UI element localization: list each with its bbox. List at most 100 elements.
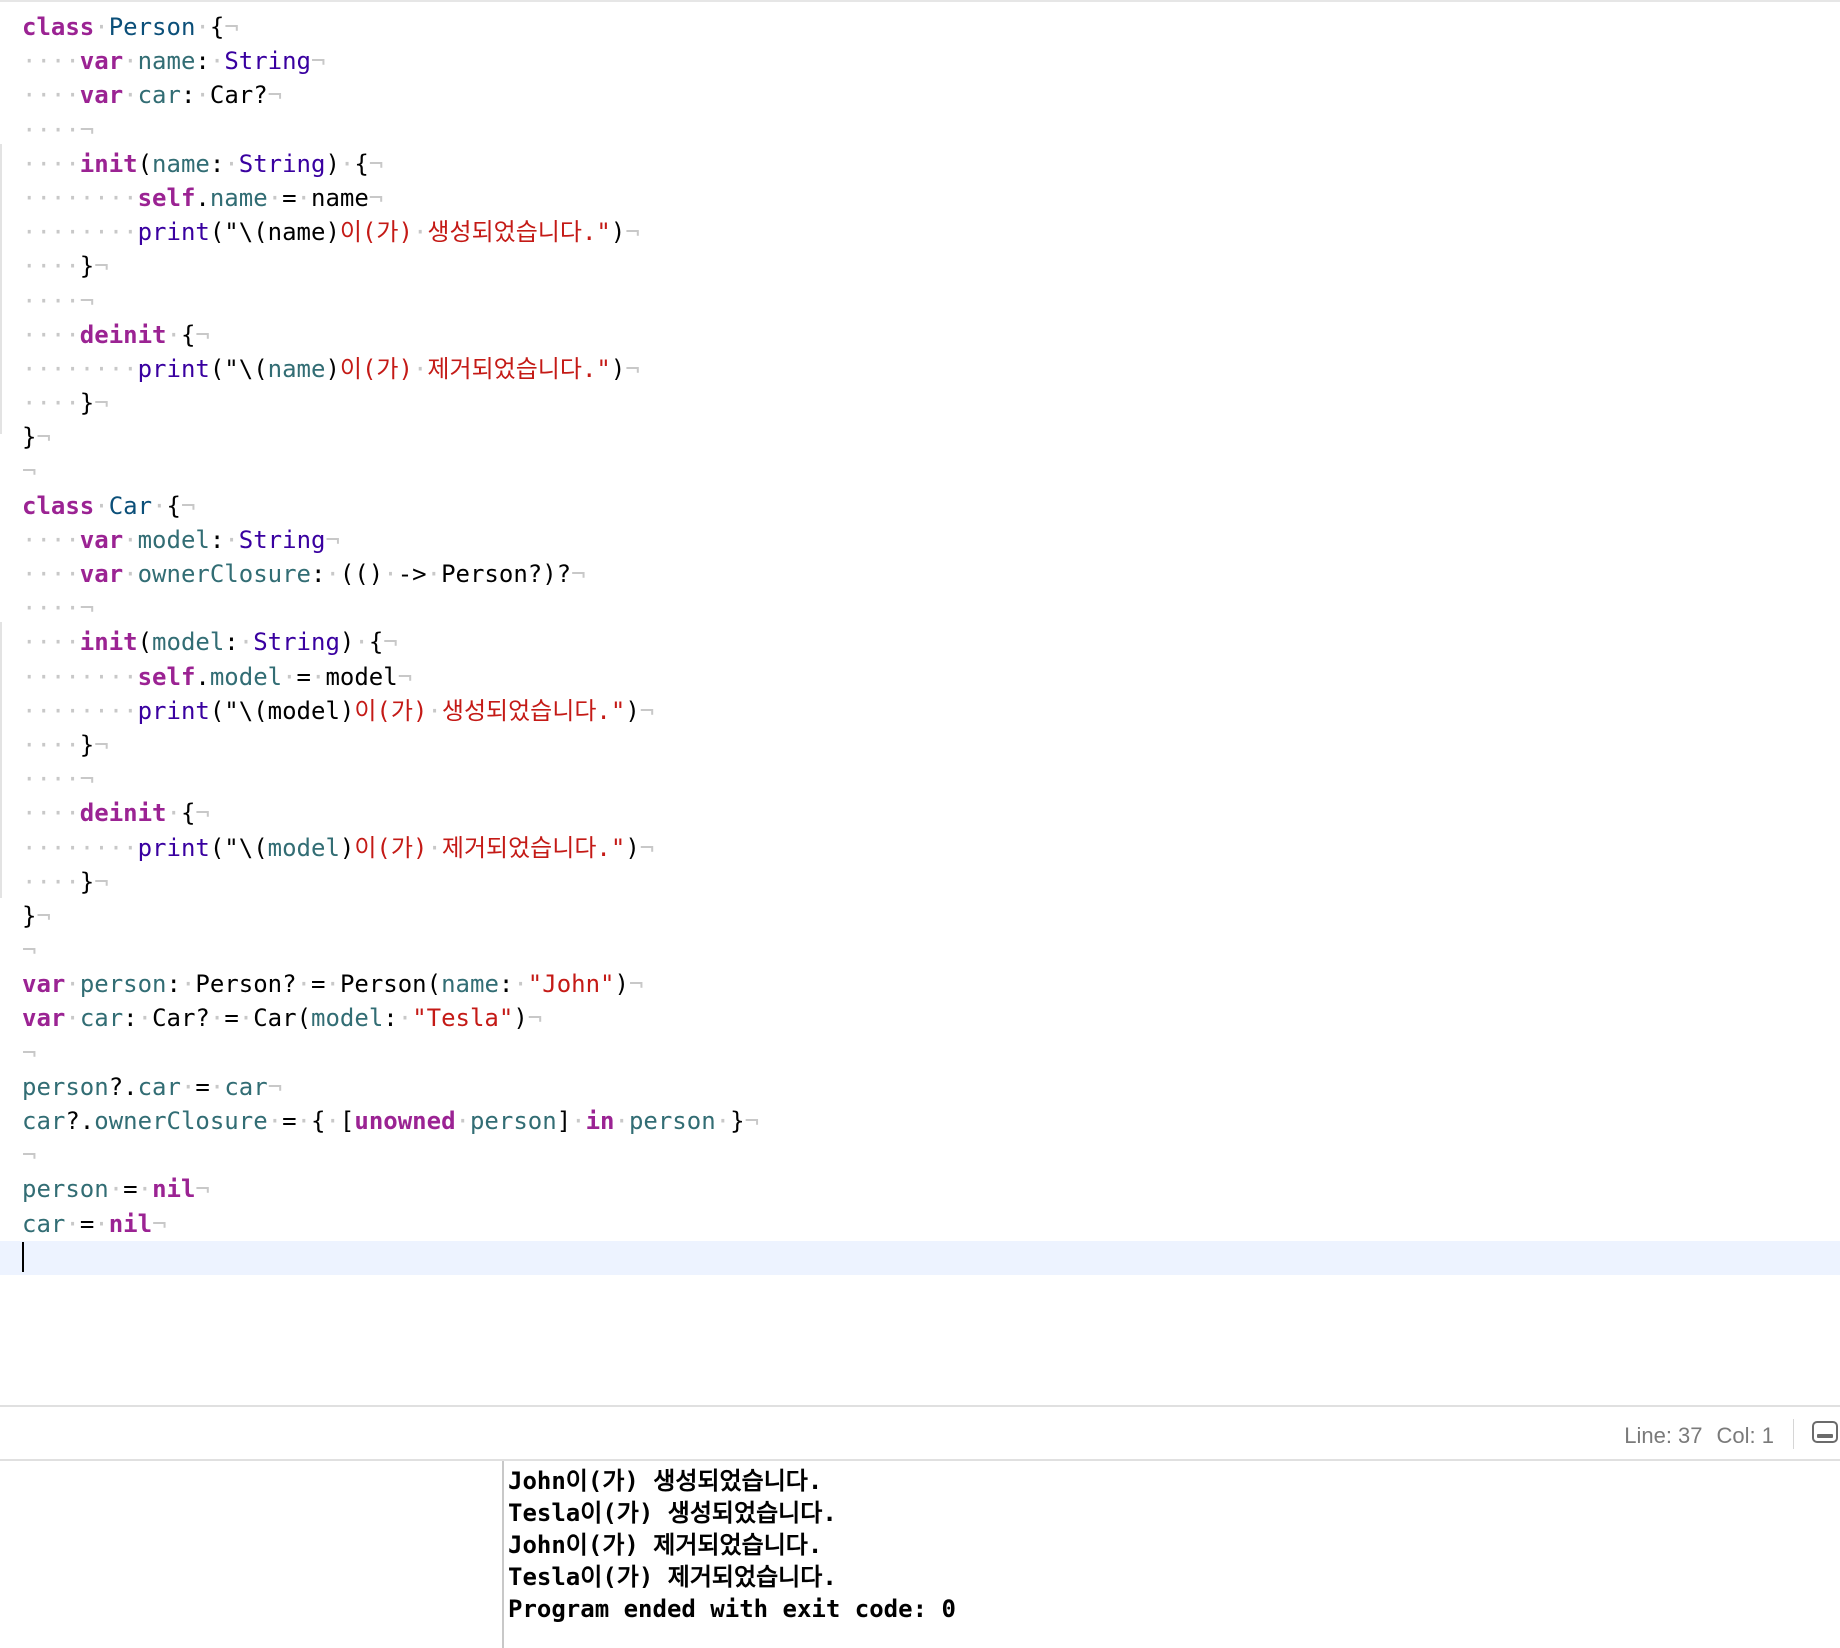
code-token: ·	[65, 1209, 80, 1238]
code-token: name	[209, 183, 268, 212]
code-line[interactable]: ····var·model:·String¬	[22, 523, 759, 557]
code-line[interactable]: ····¬	[22, 762, 759, 796]
code-token: ·	[715, 1107, 731, 1135]
code-token: car	[137, 1072, 181, 1101]
code-token: )	[610, 218, 626, 247]
code-token: =	[282, 1107, 297, 1135]
code-line[interactable]: ····}¬	[22, 386, 759, 420]
code-line[interactable]: }¬	[22, 899, 759, 933]
code-line[interactable]: }¬	[22, 420, 759, 454]
code-line[interactable]: ····var·ownerClosure:·(()·->·Person?)?¬	[22, 557, 759, 591]
code-token: ·	[296, 183, 311, 212]
code-line[interactable]: ········print("\(model)이(가)·제거되었습니다.")¬	[22, 831, 759, 865]
code-token: deinit	[79, 320, 167, 349]
code-line[interactable]: class·Person·{¬	[22, 10, 759, 44]
console-line: John이(가) 제거되었습니다.	[508, 1531, 823, 1559]
code-token: ·	[94, 1209, 109, 1238]
code-token: =	[79, 1209, 95, 1238]
code-token: String	[238, 525, 326, 554]
code-token: [	[339, 1107, 355, 1135]
code-line[interactable]: ¬	[22, 1138, 759, 1172]
code-token: ····	[22, 320, 80, 349]
code-token: ("\(	[209, 354, 268, 383]
code-line[interactable]: ····¬	[22, 113, 759, 147]
code-token: :	[311, 560, 326, 588]
console-split-divider[interactable]	[502, 1461, 504, 1648]
code-editor[interactable]: class·Person·{¬ ····var·name:·String¬ ····…	[0, 0, 1840, 1405]
code-token: ·	[571, 1107, 586, 1135]
code-line[interactable]: ····deinit·{¬	[22, 318, 759, 352]
code-token: Person?)?	[441, 560, 572, 588]
code-token: ·	[166, 320, 181, 349]
code-line[interactable]: ········print("\(name)이(가)·생성되었습니다.")¬	[22, 215, 759, 249]
code-line[interactable]: car?.ownerClosure·=·{·[unowned·person]·i…	[22, 1104, 759, 1138]
code-token: ¬	[152, 1209, 167, 1238]
code-line[interactable]: car·=·nil¬	[22, 1207, 759, 1241]
code-line[interactable]: ····deinit·{¬	[22, 796, 759, 830]
code-line[interactable]: ····}¬	[22, 865, 759, 899]
code-token: }	[730, 1107, 745, 1135]
editor-status-bar: Line: 37 Col: 1	[0, 1405, 1840, 1461]
code-token: ¬	[625, 218, 640, 247]
code-token: =	[123, 1175, 138, 1204]
code-token: :	[498, 970, 514, 999]
code-line[interactable]: ····¬	[22, 284, 759, 318]
code-token: ········	[22, 183, 138, 212]
console-toggle-icon[interactable]	[1812, 1421, 1838, 1443]
code-token: {	[180, 320, 196, 349]
console-line: Tesla이(가) 생성되었습니다.	[508, 1499, 837, 1527]
code-token: ¬	[94, 730, 109, 759]
code-token: ·	[180, 970, 196, 999]
code-line[interactable]: ····var·name:·String¬	[22, 44, 759, 78]
source-code[interactable]: class·Person·{¬ ····var·name:·String¬ ····…	[0, 10, 1840, 1276]
code-token: name	[152, 149, 210, 178]
code-line[interactable]: ····}¬	[22, 728, 759, 762]
code-token: String	[253, 628, 340, 657]
code-line[interactable]: ¬	[22, 454, 759, 488]
code-line[interactable]: ····var·car:·Car?¬	[22, 78, 759, 112]
code-token: Car(	[253, 1004, 312, 1033]
code-line[interactable]: var·car:·Car?·=·Car(model:·"Tesla")¬	[22, 1001, 759, 1035]
code-token: ·	[209, 1004, 225, 1033]
code-token: ¬	[397, 662, 413, 691]
code-line[interactable]: ¬	[22, 933, 759, 967]
code-token: model	[137, 525, 210, 554]
code-line[interactable]: ········print("\(name)이(가)·제거되었습니다.")¬	[22, 352, 759, 386]
code-token: (	[137, 149, 153, 178]
code-token: ¬	[527, 1004, 543, 1033]
code-token: ········	[22, 218, 138, 247]
code-line[interactable]	[0, 1240, 1840, 1276]
code-line[interactable]: ····}¬	[22, 249, 759, 283]
code-token: }	[79, 730, 95, 759]
code-token: {	[209, 13, 225, 41]
code-token: ·	[614, 1107, 629, 1135]
code-token: ········	[22, 833, 138, 862]
code-token: 생성되었습니다."	[441, 696, 626, 725]
code-line[interactable]: ····¬	[22, 591, 759, 625]
code-token: name	[311, 183, 369, 212]
code-token: model	[209, 662, 283, 691]
code-token: =	[311, 970, 326, 999]
code-token: )	[614, 970, 629, 999]
code-line[interactable]: ········print("\(model)이(가)·생성되었습니다.")¬	[22, 694, 759, 728]
code-token: }	[79, 389, 95, 418]
code-line[interactable]: ········self.model·=·model¬	[22, 660, 759, 694]
code-line[interactable]: var·person:·Person?·=·Person(name:·"John…	[22, 967, 759, 1001]
code-token: Person	[108, 13, 196, 41]
code-token: model	[152, 628, 225, 657]
code-token: ·	[166, 799, 181, 828]
code-token: ·	[195, 81, 210, 110]
code-line[interactable]: person?.car·=·car¬	[22, 1070, 759, 1104]
code-line[interactable]: ····init(model:·String)·{¬	[22, 625, 759, 659]
code-token: ¬	[325, 525, 340, 554]
code-token: ·	[412, 218, 428, 247]
code-token: model	[311, 1004, 384, 1033]
code-line[interactable]: ········self.name·=·name¬	[22, 181, 759, 215]
code-line[interactable]: ····init(name:·String)·{¬	[22, 147, 759, 181]
code-line[interactable]: class·Car·{¬	[22, 489, 759, 523]
code-line[interactable]: person·=·nil¬	[22, 1172, 759, 1206]
code-token: }	[79, 252, 95, 281]
code-line[interactable]: ¬	[22, 1036, 759, 1070]
code-token: String	[224, 47, 312, 76]
code-token: )	[610, 354, 626, 383]
